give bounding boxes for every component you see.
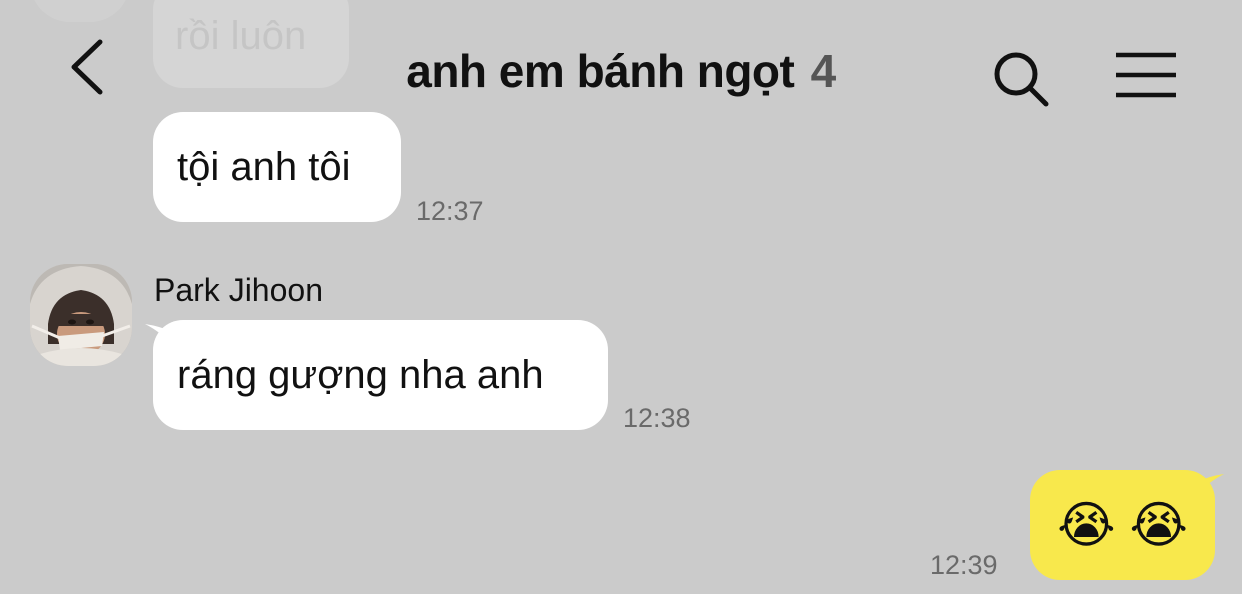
own-message-bubble[interactable]: 😭 😭 [1030, 470, 1215, 580]
search-icon [994, 52, 1049, 107]
message-bubble[interactable]: tội anh tôi [153, 112, 401, 222]
message-bubble[interactable]: ráng gượng nha anh [153, 320, 608, 430]
message-timestamp: 12:37 [416, 196, 484, 226]
chat-name: anh em bánh ngọt [406, 45, 795, 97]
chat-header: anh em bánh ngọt 4 [0, 0, 1242, 130]
menu-button[interactable] [1112, 50, 1180, 102]
sender-name: Park Jihoon [154, 272, 323, 308]
chat-title: anh em bánh ngọt 4 [0, 44, 1242, 98]
search-button[interactable] [990, 48, 1052, 110]
message-emoji-text: 😭 😭 [1057, 497, 1188, 553]
message-text: ráng gượng nha anh [177, 352, 544, 397]
hamburger-menu-icon [1116, 52, 1176, 98]
message-timestamp: 12:38 [623, 403, 691, 433]
avatar[interactable] [30, 264, 132, 366]
member-count: 4 [810, 45, 837, 97]
chat-screen: rồi luôn anh em bánh ngọt 4 tội anh tôi … [0, 0, 1242, 594]
message-timestamp: 12:39 [930, 550, 998, 580]
message-text: tội anh tôi [177, 144, 351, 189]
profile-photo [30, 264, 132, 366]
